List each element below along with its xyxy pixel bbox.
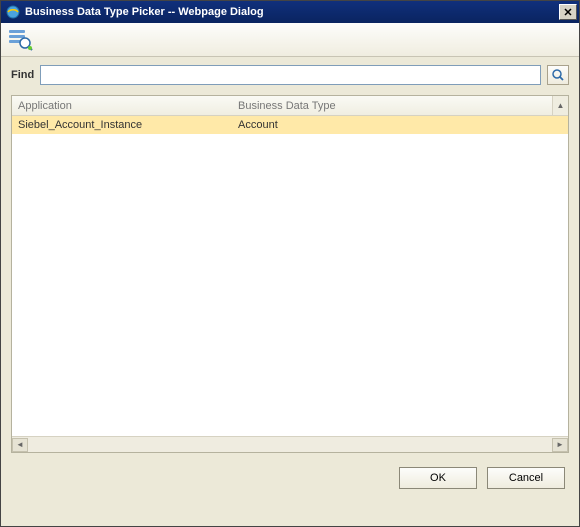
column-header-business-data-type[interactable]: Business Data Type: [232, 96, 552, 115]
cell-business-data-type: Account: [232, 119, 568, 131]
close-icon: ✕: [563, 6, 572, 19]
results-grid: Application Business Data Type ▲ Siebel_…: [11, 95, 569, 453]
dialog-buttons: OK Cancel: [1, 453, 579, 489]
find-row: Find: [1, 57, 579, 91]
column-header-application[interactable]: Application: [12, 96, 232, 115]
find-go-button[interactable]: [547, 65, 569, 85]
grid-header: Application Business Data Type ▲: [12, 96, 568, 116]
grid-body: Siebel_Account_Instance Account: [12, 116, 568, 436]
scroll-right-button[interactable]: ►: [552, 438, 568, 452]
toolbar: [1, 23, 579, 57]
close-button[interactable]: ✕: [559, 4, 577, 20]
find-label: Find: [11, 69, 34, 81]
scroll-left-button[interactable]: ◄: [12, 438, 28, 452]
table-row[interactable]: Siebel_Account_Instance Account: [12, 116, 568, 134]
horizontal-scrollbar[interactable]: ◄ ►: [12, 436, 568, 452]
list-search-icon[interactable]: [7, 26, 35, 54]
find-input[interactable]: [40, 65, 541, 85]
cancel-button[interactable]: Cancel: [487, 467, 565, 489]
scroll-up-button[interactable]: ▲: [552, 96, 568, 115]
title-bar: Business Data Type Picker -- Webpage Dia…: [1, 1, 579, 23]
ok-button[interactable]: OK: [399, 467, 477, 489]
search-icon: [551, 68, 565, 82]
chevron-up-icon: ▲: [557, 101, 565, 110]
cell-application: Siebel_Account_Instance: [12, 119, 232, 131]
chevron-right-icon: ►: [556, 440, 564, 449]
window-title: Business Data Type Picker -- Webpage Dia…: [25, 6, 559, 18]
chevron-left-icon: ◄: [16, 440, 24, 449]
ie-icon: [5, 4, 21, 20]
